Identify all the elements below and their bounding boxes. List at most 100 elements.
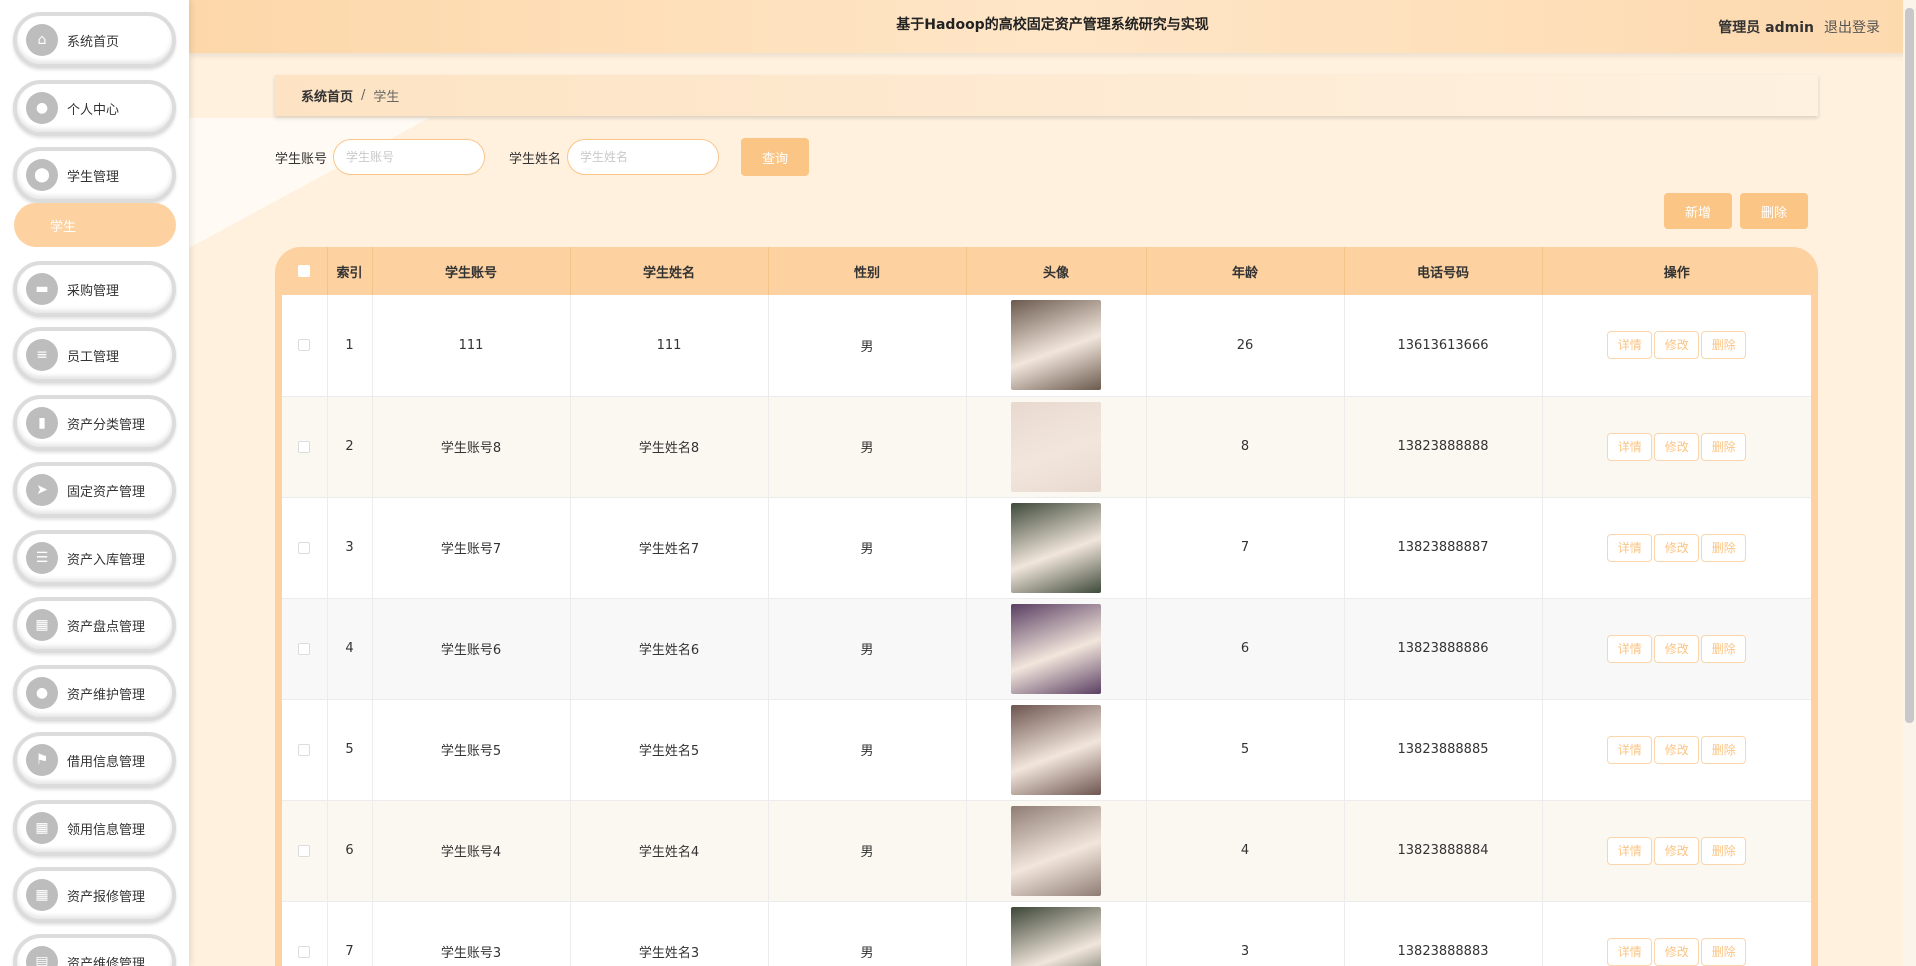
edit-button[interactable]: 修改 xyxy=(1654,735,1700,764)
sidebar-item-label: 资产维护管理 xyxy=(67,687,146,703)
grid-icon: ▦ xyxy=(26,609,58,641)
row-checkbox[interactable] xyxy=(298,945,311,958)
avatar-image xyxy=(1011,906,1101,966)
breadcrumb-separator: / xyxy=(361,88,366,103)
sidebar-item-students[interactable]: ⬤ 学生管理 xyxy=(13,147,176,203)
edit-button[interactable]: 修改 xyxy=(1654,836,1700,865)
delete-button[interactable]: 删除 xyxy=(1701,735,1747,764)
avatar-cell xyxy=(966,800,1147,902)
edit-button[interactable]: 修改 xyxy=(1654,634,1700,663)
row-checkbox[interactable] xyxy=(298,541,311,554)
sidebar-item-label: 资产报修管理 xyxy=(67,889,146,905)
row-select-cell xyxy=(282,901,328,966)
sidebar-item-asset-inbound[interactable]: ☰ 资产入库管理 xyxy=(13,530,176,586)
avatar-cell xyxy=(966,497,1147,599)
user-info: 管理员 admin 退出登录 xyxy=(1718,0,1880,53)
delete-button[interactable]: 删除 xyxy=(1701,432,1747,461)
home-icon: ⌂ xyxy=(26,24,58,56)
select-all-checkbox[interactable] xyxy=(298,265,311,277)
sidebar-subitem-student[interactable]: 学生 xyxy=(14,203,176,247)
edit-button[interactable]: 修改 xyxy=(1654,937,1700,966)
index-cell: 4 xyxy=(327,598,373,700)
table-row: 2 学生账号8 学生姓名8 男 8 13823888888 详情 修改 删除 xyxy=(282,396,1811,498)
name-search-label: 学生姓名 xyxy=(509,151,562,167)
sidebar-item-asset-inventory[interactable]: ▦ 资产盘点管理 xyxy=(13,597,176,653)
delete-button[interactable]: 删除 xyxy=(1701,634,1747,663)
chart-icon: ▤ xyxy=(26,946,58,966)
breadcrumb-home[interactable]: 系统首页 xyxy=(301,86,353,105)
delete-button[interactable]: 删除 xyxy=(1701,836,1747,865)
scrollbar-thumb[interactable] xyxy=(1905,8,1914,723)
detail-button[interactable]: 详情 xyxy=(1607,937,1653,966)
briefcase-icon: ▬ xyxy=(26,273,58,305)
detail-button[interactable]: 详情 xyxy=(1607,735,1653,764)
name-cell: 学生姓名3 xyxy=(570,901,769,966)
main-area: 基于Hadoop的高校固定资产管理系统研究与实现 管理员 admin 退出登录 … xyxy=(189,0,1916,966)
table-row: 6 学生账号4 学生姓名4 男 4 13823888884 详情 修改 删除 xyxy=(282,800,1811,902)
name-search-input[interactable] xyxy=(567,139,720,175)
row-checkbox[interactable] xyxy=(298,844,311,857)
tablet-icon: ▮ xyxy=(26,407,58,439)
account-cell: 学生账号5 xyxy=(372,699,571,801)
bulk-delete-button[interactable]: 删除 xyxy=(1740,193,1808,229)
actions-cell: 详情 修改 删除 xyxy=(1542,901,1811,966)
edit-button[interactable]: 修改 xyxy=(1654,533,1700,562)
query-button[interactable]: 查询 xyxy=(741,138,810,176)
detail-button[interactable]: 详情 xyxy=(1607,331,1653,360)
student-table: 索引 学生账号 学生姓名 性别 头像 年龄 电话号码 操作 1 111 111 男 26… xyxy=(275,247,1818,966)
sidebar: ⌂ 系统首页 ● 个人中心 ⬤ 学生管理 学生 ▬ 采购管理 ≡ 员工管理 ▮ … xyxy=(0,0,189,966)
row-checkbox[interactable] xyxy=(298,440,311,453)
gender-cell: 男 xyxy=(768,800,967,902)
age-cell: 5 xyxy=(1146,699,1345,801)
delete-button[interactable]: 删除 xyxy=(1701,331,1747,360)
sidebar-item-asset-report-repair[interactable]: ▦ 资产报修管理 xyxy=(13,867,176,923)
sidebar-item-purchase[interactable]: ▬ 采购管理 xyxy=(13,261,176,317)
name-cell: 学生姓名7 xyxy=(570,497,769,599)
index-cell: 3 xyxy=(327,497,373,599)
detail-button[interactable]: 详情 xyxy=(1607,533,1653,562)
page-scrollbar[interactable] xyxy=(1903,0,1916,966)
delete-button[interactable]: 删除 xyxy=(1701,533,1747,562)
column-header: 学生账号 xyxy=(372,247,571,295)
avatar-cell xyxy=(966,699,1147,801)
actions-cell: 详情 修改 删除 xyxy=(1542,396,1811,498)
sidebar-item-asset-maintenance[interactable]: ● 资产维护管理 xyxy=(13,665,176,721)
sidebar-item-profile[interactable]: ● 个人中心 xyxy=(13,80,176,136)
edit-button[interactable]: 修改 xyxy=(1654,432,1700,461)
sidebar-item-home[interactable]: ⌂ 系统首页 xyxy=(13,12,176,68)
avatar-image xyxy=(1011,805,1101,896)
row-select-cell xyxy=(282,396,328,498)
detail-button[interactable]: 详情 xyxy=(1607,634,1653,663)
sidebar-item-requisition-info[interactable]: ▦ 领用信息管理 xyxy=(13,800,176,856)
gender-cell: 男 xyxy=(768,497,967,599)
logout-link[interactable]: 退出登录 xyxy=(1824,17,1880,37)
row-checkbox[interactable] xyxy=(298,743,311,756)
column-header: 操作 xyxy=(1542,247,1811,295)
index-cell: 1 xyxy=(327,295,373,397)
edit-button[interactable]: 修改 xyxy=(1654,331,1700,360)
detail-button[interactable]: 详情 xyxy=(1607,432,1653,461)
sidebar-item-asset-category[interactable]: ▮ 资产分类管理 xyxy=(13,395,176,451)
actions-cell: 详情 修改 删除 xyxy=(1542,800,1811,902)
sidebar-item-label: 系统首页 xyxy=(67,34,120,50)
sliders-icon: ☰ xyxy=(26,542,58,574)
sidebar-item-borrow-info[interactable]: ⚑ 借用信息管理 xyxy=(13,732,176,788)
account-search-input[interactable] xyxy=(333,139,486,175)
gender-cell: 男 xyxy=(768,295,967,397)
sidebar-item-fixed-assets[interactable]: ➤ 固定资产管理 xyxy=(13,462,176,518)
add-button[interactable]: 新增 xyxy=(1664,193,1732,229)
account-cell: 学生账号6 xyxy=(372,598,571,700)
row-checkbox[interactable] xyxy=(298,339,311,352)
sidebar-item-label: 资产分类管理 xyxy=(67,417,146,433)
search-bar: 学生账号 学生姓名 查询 xyxy=(275,138,810,176)
sidebar-item-asset-repair[interactable]: ▤ 资产维修管理 xyxy=(13,934,176,966)
delete-button[interactable]: 删除 xyxy=(1701,937,1747,966)
avatar-image xyxy=(1011,502,1101,593)
detail-button[interactable]: 详情 xyxy=(1607,836,1653,865)
row-select-cell xyxy=(282,295,328,397)
row-checkbox[interactable] xyxy=(298,642,311,655)
column-header: 年龄 xyxy=(1146,247,1345,295)
table-row: 7 学生账号3 学生姓名3 男 3 13823888883 详情 修改 删除 xyxy=(282,901,1811,966)
sidebar-item-staff[interactable]: ≡ 员工管理 xyxy=(13,327,176,383)
account-cell: 学生账号3 xyxy=(372,901,571,966)
